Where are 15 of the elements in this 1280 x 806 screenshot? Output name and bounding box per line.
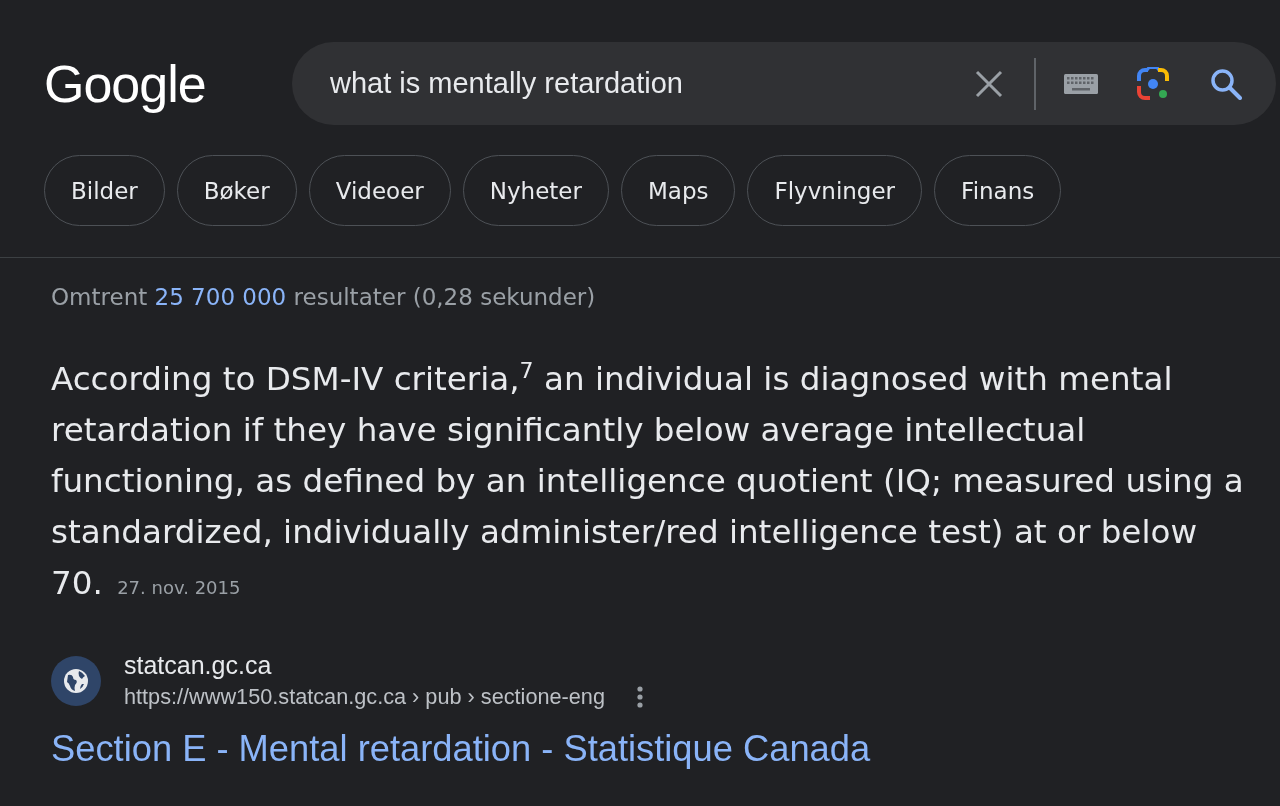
search-input[interactable]: what is mentally retardation (330, 63, 955, 104)
result-title-link[interactable]: Section E - Mental retardation - Statistique Canada (51, 727, 871, 771)
more-options-icon[interactable] (637, 686, 643, 708)
logo[interactable]: Google (44, 54, 206, 113)
site-name[interactable]: statcan.gc.ca (124, 651, 605, 679)
search-icon[interactable] (1210, 67, 1242, 100)
result-count-link[interactable]: 25 700 000 (154, 284, 287, 310)
camera-lens-icon[interactable] (1136, 66, 1170, 101)
globe-icon[interactable] (51, 656, 101, 706)
keyboard-icon[interactable] (1064, 73, 1098, 94)
result-stats: Omtrent 25 700 000 resultater (0,28 sekunder) (51, 283, 596, 312)
featured-snippet: According to DSM-IV criteria,$^{7}$ an individual is diagnosed with mental retardation if they have significantly below average intellectual functioning, as defined by an intelligence quotient (IQ; measured using a standardized, individually administer/red intelligence test) at or below 70. 27. nov. 2015 (51, 357, 1245, 604)
result-url[interactable]: https://www150.statcan.gc.ca › pub › sectione-eng (124, 683, 605, 711)
clear-icon[interactable] (975, 69, 1003, 98)
search-bar[interactable]: what is mentally retardation (292, 42, 1276, 125)
